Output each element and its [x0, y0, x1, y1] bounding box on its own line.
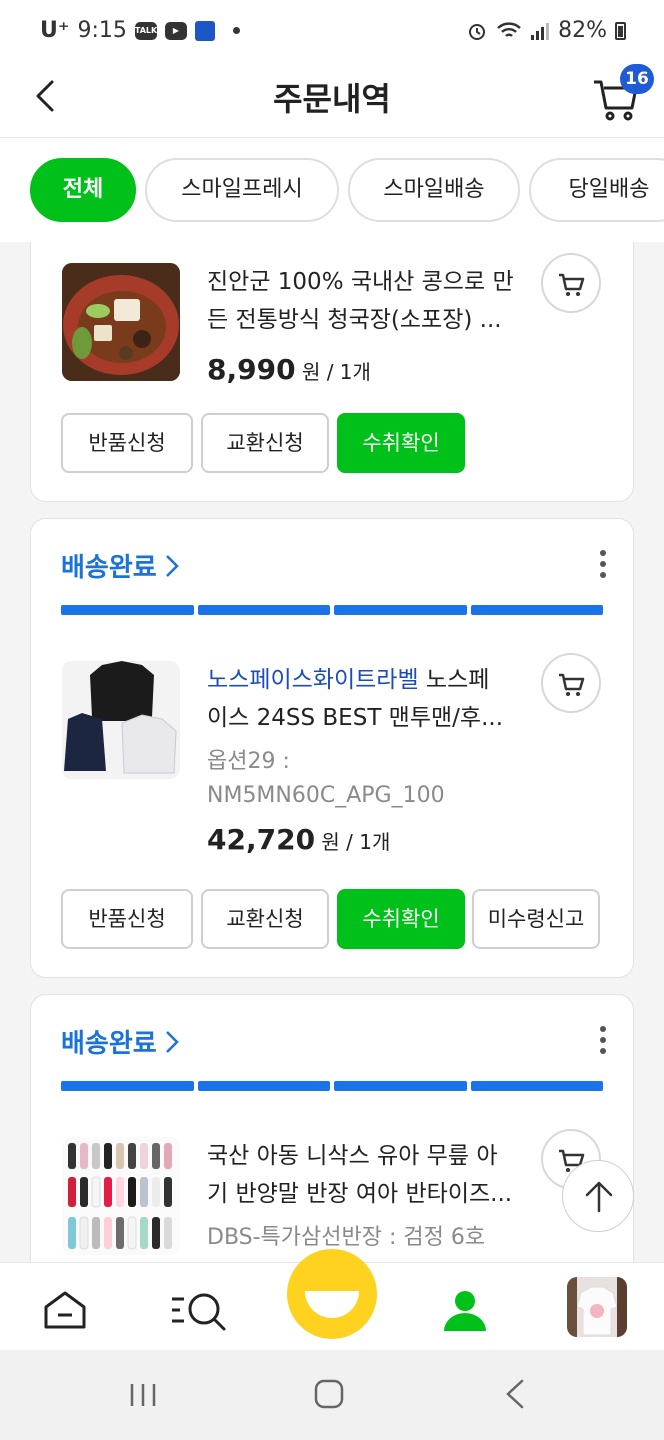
delivery-progress-bar [61, 1081, 603, 1091]
exchange-request-button[interactable]: 교환신청 [201, 413, 329, 473]
my-page-icon[interactable] [440, 1285, 490, 1335]
cart-button[interactable]: 16 [554, 62, 664, 138]
cart-icon [559, 273, 585, 296]
product-image[interactable] [62, 263, 180, 381]
brand-name: 노스페이스화이트라벨 [207, 667, 419, 693]
product-title-line1: 노스페 [418, 667, 490, 693]
app-header: 주문내역 16 [0, 62, 664, 138]
status-left: U⁺ 9:15 TALK ▶ [40, 18, 240, 43]
system-navigation-bar [0, 1350, 664, 1440]
confirm-receipt-button[interactable]: 수취확인 [337, 413, 465, 473]
product-title-line1: 국산 아동 니삭스 유아 무릎 아 [207, 1143, 498, 1169]
smile-logo-icon [305, 1291, 359, 1318]
cart-icon [559, 673, 585, 696]
chevron-right-icon [165, 554, 179, 577]
product-price: 8,990 원 / 1개 [207, 353, 371, 386]
talk-icon: TALK [134, 21, 157, 40]
order-card: 진안군 100% 국내산 콩으로 만 든 전통방식 청국장(소포장) ... 8… [30, 242, 634, 502]
smile-home-button[interactable] [287, 1249, 377, 1339]
socks-image [62, 1137, 180, 1255]
stew-image [62, 263, 180, 381]
confirm-receipt-button[interactable]: 수취확인 [337, 889, 465, 949]
scroll-to-top-button[interactable] [562, 1160, 634, 1232]
signal-icon [531, 22, 550, 40]
price-value: 8,990 [207, 353, 296, 386]
cart-count-badge: 16 [620, 64, 654, 94]
product-image[interactable] [62, 661, 180, 779]
product-option: 옵션29 : NM5MN60C_APG_100 [207, 745, 527, 813]
price-value: 42,720 [207, 823, 316, 856]
battery-icon [615, 21, 626, 40]
tab-smile-delivery[interactable]: 스마일배송 [348, 158, 520, 222]
wifi-icon [497, 21, 521, 37]
price-unit: 원 / 1개 [301, 360, 371, 384]
delivery-progress-bar [61, 605, 603, 615]
option-line2: NM5MN60C_APG_100 [207, 783, 445, 808]
product-title[interactable]: 국산 아동 니삭스 유아 무릎 아 기 반양말 반장 여아 반타이즈... [207, 1137, 525, 1213]
notification-dot-icon [232, 27, 240, 34]
exchange-request-button[interactable]: 교환신청 [201, 889, 329, 949]
product-title-line1: 진안군 100% 국내산 콩으로 만 [207, 269, 514, 295]
status-right: 82% [466, 18, 626, 43]
recent-view-thumbnail[interactable] [567, 1277, 627, 1337]
bottom-navigation [0, 1249, 664, 1350]
more-options-icon[interactable] [599, 1025, 607, 1055]
delivery-status: 배송완료 [61, 1029, 157, 1059]
delivery-status: 배송완료 [61, 553, 157, 583]
order-list[interactable]: 진안군 100% 국내산 콩으로 만 든 전통방식 청국장(소포장) ... 8… [0, 242, 664, 1262]
more-options-icon[interactable] [599, 549, 607, 579]
tab-smile-fresh[interactable]: 스마일프레시 [145, 158, 339, 222]
product-image[interactable] [62, 1137, 180, 1255]
youtube-icon: ▶ [164, 21, 187, 40]
return-request-button[interactable]: 반품신청 [61, 413, 193, 473]
option-line1: 옵션29 : [207, 749, 290, 774]
report-not-received-button[interactable]: 미수령신고 [472, 889, 600, 949]
status-bar: U⁺ 9:15 TALK ▶ 82% [0, 0, 664, 62]
product-title-line2: 기 반양말 반장 여아 반타이즈... [207, 1181, 513, 1207]
product-price: 42,720 원 / 1개 [207, 823, 390, 856]
clock: 9:15 [77, 18, 127, 43]
alarm-icon [469, 23, 486, 40]
delivery-status-link[interactable]: 배송완료 [61, 1023, 181, 1060]
price-unit: 원 / 1개 [321, 830, 391, 854]
product-title[interactable]: 노스페이스화이트라벨 노스페 이스 24SS BEST 맨투맨/후... [207, 661, 525, 737]
arrow-up-icon [585, 1181, 613, 1213]
category-search-icon[interactable] [168, 1285, 230, 1335]
app-icon [194, 20, 215, 41]
home-icon[interactable] [40, 1285, 90, 1335]
jacket-image [62, 661, 180, 779]
product-title-line2: 이스 24SS BEST 맨투맨/후... [207, 705, 504, 731]
return-request-button[interactable]: 반품신청 [61, 889, 193, 949]
recent-apps-icon[interactable] [128, 1380, 158, 1410]
order-card: 배송완료 노스페이스화이트라벨 노스페 이스 24SS BEST 맨투맨/후..… [30, 518, 634, 978]
delivery-status-link[interactable]: 배송완료 [61, 547, 181, 584]
recent-product-image [567, 1277, 627, 1337]
product-title[interactable]: 진안군 100% 국내산 콩으로 만 든 전통방식 청국장(소포장) ... [207, 263, 525, 339]
order-card: 배송완료 국산 아동 니삭스 유아 무릎 아 기 반양말 반장 여아 반타이즈.… [30, 994, 634, 1262]
back-system-icon[interactable] [500, 1378, 530, 1410]
filter-tabs: 전체 스마일프레시 스마일배송 당일배송 [0, 138, 664, 242]
product-title-line2: 든 전통방식 청국장(소포장) ... [207, 307, 502, 333]
home-system-icon[interactable] [313, 1378, 345, 1410]
add-to-cart-button[interactable] [541, 253, 601, 313]
add-to-cart-button[interactable] [541, 653, 601, 713]
carrier-label: U⁺ [40, 18, 70, 43]
battery-percent: 82% [558, 18, 607, 43]
tab-all[interactable]: 전체 [30, 158, 136, 222]
tab-same-day-delivery[interactable]: 당일배송 [529, 158, 664, 222]
chevron-right-icon [165, 1030, 179, 1053]
